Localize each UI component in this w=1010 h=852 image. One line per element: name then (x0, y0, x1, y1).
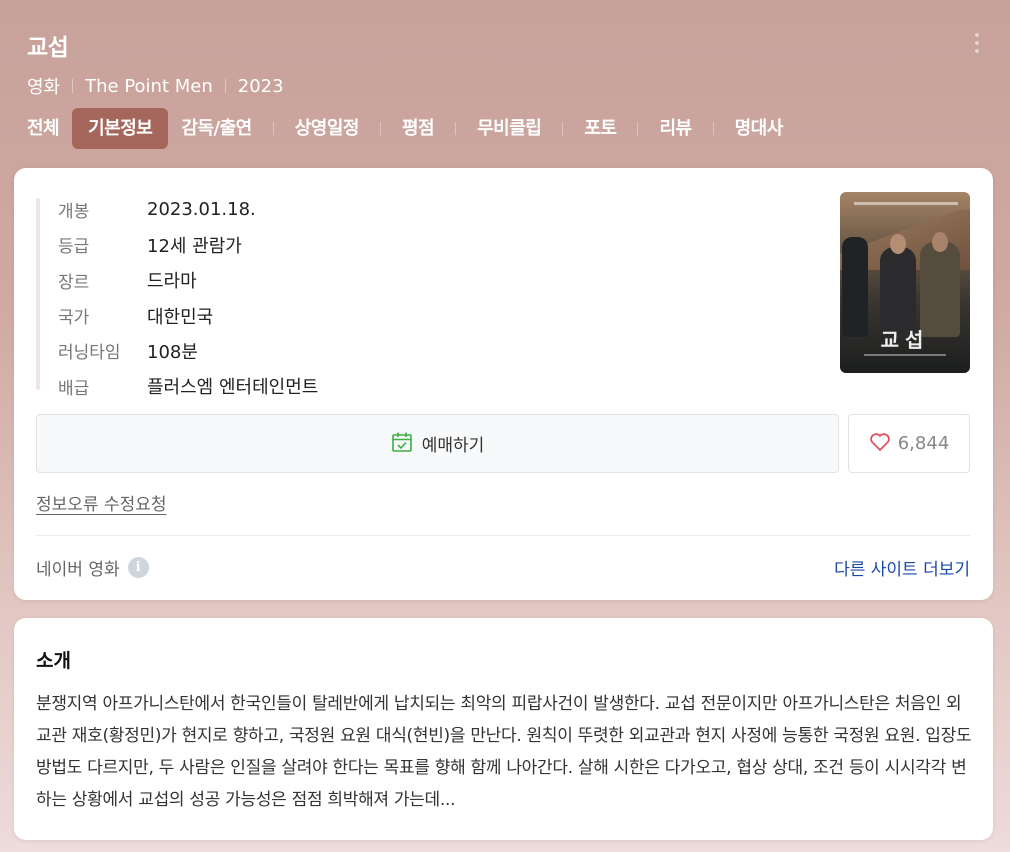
tab-movie-clip[interactable]: 무비클립 (464, 108, 554, 149)
tab-divider (637, 122, 639, 135)
more-options-icon[interactable] (968, 30, 986, 56)
poster-face (932, 232, 948, 252)
info-row-runtime: 러닝타임 108분 (58, 333, 318, 368)
meta-year: 2023 (237, 75, 284, 97)
report-error-link[interactable]: 정보오류 수정요청 (36, 490, 167, 515)
tab-divider (562, 122, 564, 135)
movie-header: 교섭 영화 The Point Men 2023 전체 기본정보 감독/출연 상… (0, 0, 1006, 170)
tab-divider (455, 122, 457, 135)
info-value: 2023.01.18. (147, 199, 256, 221)
tab-review[interactable]: 리뷰 (646, 108, 704, 149)
like-button[interactable]: 6,844 (848, 414, 970, 473)
info-label: 배급 (58, 378, 90, 399)
tab-divider (712, 122, 714, 135)
info-row-release: 개봉 2023.01.18. (58, 192, 318, 227)
poster-title: 교섭 (880, 328, 930, 352)
movie-poster[interactable]: 교섭 (840, 192, 970, 373)
reserve-button[interactable]: 예매하기 (36, 414, 839, 473)
tab-photo[interactable]: 포토 (571, 108, 629, 149)
info-list: 개봉 2023.01.18. 등급 12세 관람가 장르 드라마 국가 대한민국… (58, 192, 318, 404)
tab-cast[interactable]: 감독/출연 (168, 108, 264, 149)
calendar-check-icon (391, 431, 413, 457)
movie-meta: 영화 The Point Men 2023 (27, 73, 284, 99)
tab-bar: 전체 기본정보 감독/출연 상영일정 평점 무비클립 포토 리뷰 명대사 (14, 108, 796, 149)
tab-schedule[interactable]: 상영일정 (282, 108, 372, 149)
info-row-rating: 등급 12세 관람가 (58, 227, 318, 262)
meta-divider (72, 79, 74, 93)
info-label: 러닝타임 (58, 343, 121, 364)
poster-figure (842, 237, 868, 337)
source-info: 네이버 영화 i (36, 555, 149, 580)
source-label: 네이버 영화 (36, 560, 120, 580)
like-count: 6,844 (897, 433, 950, 454)
more-sites-link[interactable]: 다른 사이트 더보기 (834, 555, 970, 580)
info-value: 드라마 (147, 271, 197, 293)
reserve-label: 예매하기 (421, 436, 485, 456)
intro-title: 소개 (36, 650, 71, 672)
info-icon[interactable]: i (127, 557, 149, 578)
poster-face (890, 234, 906, 254)
info-label: 장르 (58, 272, 90, 293)
intro-text: 분쟁지역 아프가니스탄에서 한국인들이 탈레반에게 납치되는 최악의 피랍사건이… (36, 694, 972, 810)
info-row-distributor: 배급 플러스엠 엔터테인먼트 (58, 368, 318, 403)
info-accent-bar (36, 198, 40, 390)
basic-info-card: 개봉 2023.01.18. 등급 12세 관람가 장르 드라마 국가 대한민국… (14, 168, 993, 600)
tab-rating[interactable]: 평점 (389, 108, 447, 149)
tab-divider (272, 122, 274, 135)
poster-credits (864, 354, 946, 356)
tab-basic-info[interactable]: 기본정보 (72, 108, 169, 149)
info-value: 12세 관람가 (147, 235, 242, 257)
tab-quotes[interactable]: 명대사 (722, 108, 796, 149)
meta-type: 영화 (27, 77, 61, 98)
info-row-country: 국가 대한민국 (58, 298, 318, 333)
info-label: 개봉 (58, 202, 90, 223)
info-value: 대한민국 (147, 306, 214, 328)
tab-all[interactable]: 전체 (14, 108, 72, 149)
info-value: 플러스엠 엔터테인먼트 (147, 377, 319, 399)
info-value: 108분 (147, 341, 198, 363)
meta-english-title: The Point Men (85, 75, 213, 97)
heart-icon (869, 432, 891, 456)
poster-tagline (854, 202, 958, 205)
info-row-genre: 장르 드라마 (58, 263, 318, 298)
info-label: 국가 (58, 308, 90, 329)
tab-divider (379, 122, 381, 135)
info-label: 등급 (58, 237, 90, 258)
intro-card: 소개 분쟁지역 아프가니스탄에서 한국인들이 탈레반에게 납치되는 최악의 피랍… (14, 618, 993, 840)
movie-title: 교섭 (27, 35, 69, 61)
meta-divider (224, 79, 226, 93)
poster-figure (920, 242, 960, 337)
divider (36, 535, 970, 536)
